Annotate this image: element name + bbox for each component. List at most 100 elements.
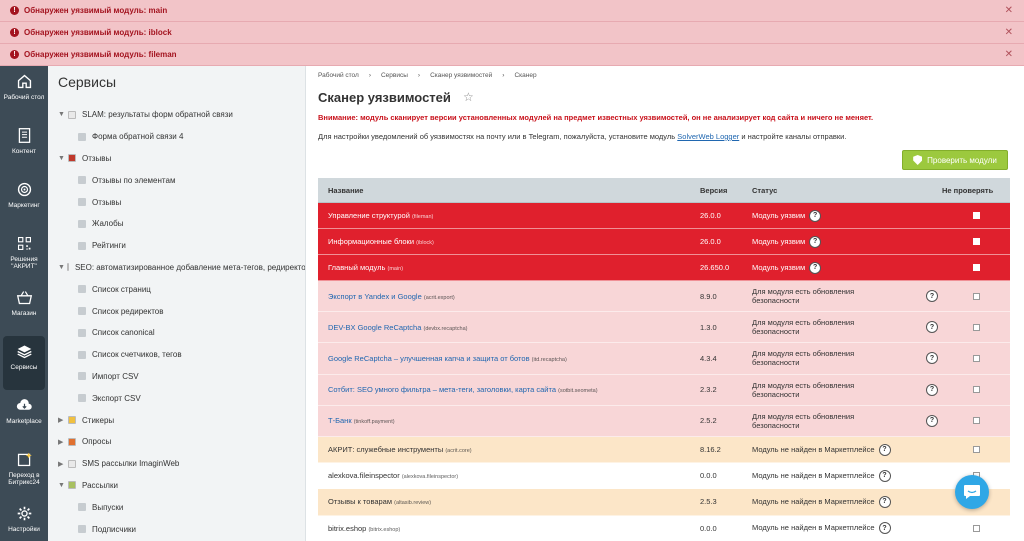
- skip-checkbox[interactable]: [972, 238, 980, 245]
- expand-arrow-icon[interactable]: ▼: [58, 482, 66, 489]
- tree-item[interactable]: Отзывы: [48, 191, 305, 213]
- module-status-cell: Модуль уязвим?: [752, 235, 942, 248]
- help-icon[interactable]: ?: [926, 290, 938, 303]
- skip-checkbox[interactable]: [972, 386, 980, 394]
- help-icon[interactable]: ?: [878, 469, 891, 482]
- favorite-star-icon[interactable]: ☆: [463, 90, 474, 104]
- tree-item-label: Импорт CSV: [92, 371, 139, 381]
- help-icon[interactable]: ?: [878, 495, 891, 508]
- expand-arrow-icon[interactable]: ▶: [58, 416, 66, 424]
- module-status: Для модуля есть обновления безопасности: [752, 318, 855, 337]
- check-modules-button[interactable]: Проверить модули: [902, 150, 1008, 170]
- module-code: (itd.recaptcha): [531, 356, 567, 363]
- left-menu-label: Настройки: [8, 526, 40, 533]
- left-menu-item[interactable]: Переход в Битрикс24: [0, 444, 48, 498]
- tree-item-label: SMS рассылки ImaginWeb: [82, 459, 180, 469]
- close-icon[interactable]: ✕: [1005, 5, 1013, 16]
- module-code: (iblock): [416, 240, 434, 246]
- tree-item[interactable]: Список редиректов: [48, 300, 305, 322]
- skip-checkbox[interactable]: [972, 417, 980, 425]
- left-menu-item[interactable]: Сервисы: [3, 336, 45, 390]
- tree-item[interactable]: ▼ Отзывы: [48, 148, 305, 170]
- help-icon[interactable]: ?: [926, 352, 938, 365]
- expand-arrow-icon[interactable]: ▼: [58, 264, 65, 271]
- help-icon[interactable]: ?: [878, 522, 891, 535]
- help-icon[interactable]: ?: [878, 443, 891, 456]
- skip-cell: [942, 354, 1010, 362]
- tree-item-label: SEO: автоматизированное добавление мета-…: [74, 262, 305, 272]
- bitrix24-icon: [17, 452, 32, 467]
- skip-checkbox[interactable]: [972, 264, 980, 271]
- expand-arrow-icon[interactable]: ▼: [58, 155, 66, 162]
- tree-item[interactable]: Список счетчиков, тегов: [48, 344, 305, 366]
- breadcrumb-item[interactable]: Сканер уязвимостей: [430, 72, 492, 79]
- breadcrumb-item[interactable]: Сканер: [514, 72, 536, 79]
- header-name: Название: [328, 185, 364, 195]
- main-content: Рабочий стол › Сервисы › Сканер уязвимостей ›…: [306, 66, 1024, 541]
- breadcrumb-item[interactable]: Рабочий стол: [318, 72, 359, 79]
- skip-checkbox[interactable]: [972, 212, 980, 219]
- chat-button[interactable]: [955, 475, 989, 509]
- help-icon[interactable]: ?: [926, 321, 938, 334]
- module-name[interactable]: Сотбит: SEO умного фильтра – мета-теги, …: [328, 385, 556, 394]
- tree-item-label: Рейтинги: [92, 241, 126, 251]
- left-menu-item[interactable]: Marketplace: [0, 390, 48, 444]
- module-name[interactable]: DEV-BX Google ReCaptcha: [328, 323, 421, 332]
- tree-item[interactable]: Список canonical: [48, 322, 305, 344]
- tree-item[interactable]: Выпуски: [48, 496, 305, 518]
- expand-arrow-icon[interactable]: ▼: [58, 111, 66, 118]
- tree-item[interactable]: Отзывы по элементам: [48, 169, 305, 191]
- tree-item-label: Экспорт CSV: [92, 393, 141, 403]
- tree-item[interactable]: Импорт CSV: [48, 366, 305, 388]
- skip-checkbox[interactable]: [972, 292, 980, 300]
- skip-cell: [942, 446, 1010, 454]
- module-version: 0.0.0: [700, 523, 717, 533]
- tree-item[interactable]: ▼ SEO: автоматизированное добавление мета…: [48, 257, 305, 279]
- tree-item[interactable]: ▼ Рассылки: [48, 475, 305, 497]
- tree-item[interactable]: Форма обратной связи 4: [48, 126, 305, 148]
- solverweb-logger-link[interactable]: SolverWeb Logger: [677, 132, 739, 141]
- expand-arrow-icon[interactable]: ▶: [58, 438, 66, 446]
- help-icon[interactable]: ?: [926, 414, 938, 427]
- module-name[interactable]: Т-Банк: [328, 416, 352, 425]
- left-menu-item[interactable]: Решения "АКРИТ": [0, 228, 48, 282]
- left-menu-item[interactable]: Маркетинг: [0, 174, 48, 228]
- table-row: DEV-BX Google ReCaptcha (devbx.recaptcha…: [318, 312, 1010, 344]
- module-name[interactable]: Google ReCaptcha – улучшенная капча и за…: [328, 354, 530, 363]
- left-menu-label: Решения "АКРИТ": [10, 256, 38, 270]
- module-status-cell: Модуль уязвим?: [752, 209, 942, 222]
- skip-cell: [942, 212, 1010, 219]
- skip-checkbox[interactable]: [972, 446, 980, 454]
- tree-item[interactable]: Рейтинги: [48, 235, 305, 257]
- tree-item[interactable]: Список страниц: [48, 278, 305, 300]
- module-name[interactable]: Экспорт в Yandex и Google: [328, 292, 422, 301]
- close-icon[interactable]: ✕: [1005, 49, 1013, 60]
- page-icon: [78, 176, 86, 185]
- help-icon[interactable]: ?: [809, 261, 822, 274]
- tree-item[interactable]: ▶ SMS рассылки ImaginWeb: [48, 453, 305, 475]
- breadcrumb-item[interactable]: Сервисы: [381, 72, 408, 79]
- tree-item[interactable]: Подписчики: [48, 518, 305, 540]
- expand-arrow-icon[interactable]: ▶: [58, 460, 66, 468]
- help-icon[interactable]: ?: [809, 235, 822, 248]
- help-icon[interactable]: ?: [809, 209, 822, 222]
- tree-item[interactable]: ▼ SLAM: результаты форм обратной связи: [48, 104, 305, 126]
- close-icon[interactable]: ✕: [1005, 27, 1013, 38]
- skip-checkbox[interactable]: [972, 323, 980, 331]
- left-menu-item[interactable]: Контент: [0, 120, 48, 174]
- left-menu-item[interactable]: Рабочий стол: [0, 66, 48, 120]
- skip-checkbox[interactable]: [972, 524, 980, 532]
- tree-item-label: Подписчики: [92, 524, 137, 534]
- tree-item-label: Список canonical: [92, 328, 155, 338]
- skip-cell: [942, 238, 1010, 245]
- help-icon[interactable]: ?: [926, 383, 938, 396]
- page-icon: [78, 350, 86, 359]
- skip-checkbox[interactable]: [972, 354, 980, 362]
- page-icon: [78, 307, 86, 316]
- tree-item[interactable]: Жалобы: [48, 213, 305, 235]
- tree-item[interactable]: Экспорт CSV: [48, 387, 305, 409]
- left-menu-item[interactable]: Настройки: [0, 498, 48, 541]
- tree-item[interactable]: ▶ Опросы: [48, 431, 305, 453]
- tree-item[interactable]: ▶ Стикеры: [48, 409, 305, 431]
- left-menu-item[interactable]: Магазин: [0, 282, 48, 336]
